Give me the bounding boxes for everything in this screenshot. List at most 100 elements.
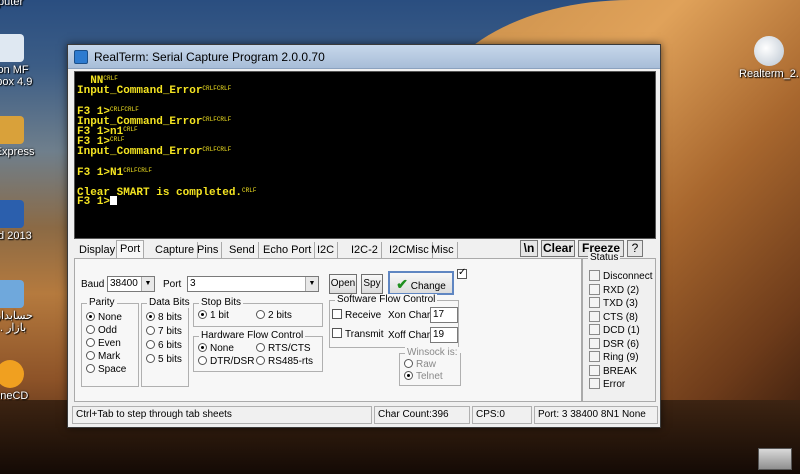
- terminal-line: F3 1>CRLFCRLF: [77, 105, 653, 118]
- tray-corner-icon[interactable]: [758, 448, 792, 470]
- parity-radio-mark[interactable]: Mark: [86, 351, 120, 362]
- baud-select[interactable]: 38400 ▼: [107, 276, 155, 292]
- databits-radio-5-bits[interactable]: 5 bits: [146, 354, 182, 365]
- terminal-line: Input_Command_ErrorCRLFCRLF: [77, 84, 653, 98]
- realterm-window: RealTerm: Serial Capture Program 2.0.0.7…: [67, 44, 661, 428]
- terminal-line-text: Input_Command_Error: [77, 146, 203, 159]
- newline-button[interactable]: \n: [520, 240, 538, 257]
- chevron-down-icon: ▼: [305, 277, 318, 291]
- stopbits-option-label: 2 bits: [268, 310, 292, 321]
- clear-button[interactable]: Clear: [541, 240, 575, 257]
- terminal-line: F3 1>N1CRLFCRLF: [77, 166, 653, 179]
- winsock-radio-telnet[interactable]: Telnet: [404, 371, 443, 382]
- stopbits-radio-1-bit[interactable]: 1 bit: [198, 310, 229, 321]
- status-indicator-disconnect: Disconnect: [589, 270, 652, 282]
- open-button[interactable]: Open: [329, 274, 357, 294]
- tab-misc[interactable]: Misc: [428, 242, 458, 258]
- tab-i2c-2[interactable]: I2C-2: [348, 242, 382, 258]
- desktop-icon-label: loneCD: [0, 390, 29, 402]
- tab-port[interactable]: Port: [116, 240, 145, 259]
- desktop-icon-label: non MF olbox 4.9: [0, 64, 33, 88]
- clonecd-icon: [0, 360, 24, 388]
- desktop-icon-clonecd[interactable]: loneCD: [0, 360, 50, 402]
- terminal-cursor: [110, 196, 118, 206]
- tab-pins[interactable]: Pins: [194, 242, 223, 258]
- stopbits-title: Stop Bits: [199, 297, 244, 308]
- hwflow-option-label: DTR/DSR: [210, 356, 255, 367]
- desktop-icon-label: ord 2013: [0, 230, 32, 242]
- winsock-group: Winsock is: Raw Telnet: [399, 347, 461, 386]
- terminal-line: Input_Command_ErrorCRLFCRLF: [77, 145, 653, 159]
- desktop-icon-word[interactable]: ord 2013: [0, 200, 50, 242]
- parity-radio-none[interactable]: None: [86, 312, 122, 323]
- tab-send[interactable]: Send: [226, 242, 259, 258]
- parity-option-label: Space: [98, 364, 127, 375]
- window-title: RealTerm: Serial Capture Program 2.0.0.7…: [94, 50, 325, 64]
- receive-label: Receive: [345, 310, 382, 321]
- tab-i2cmisc[interactable]: I2CMisc: [386, 242, 433, 258]
- tab-capture[interactable]: Capture: [152, 242, 199, 258]
- help-button[interactable]: ?: [627, 240, 643, 257]
- status-indicator-txd-3: TXD (3): [589, 297, 638, 309]
- port-select[interactable]: 3 ▼: [187, 276, 319, 292]
- transmit-checkbox[interactable]: Transmit: [332, 328, 384, 340]
- hwflow-radio-rts-cts[interactable]: RTS/CTS: [256, 343, 311, 354]
- terminal-line: Input_Command_ErrorCRLFCRLF: [77, 115, 653, 128]
- desktop-icon-computer[interactable]: mputer: [0, 0, 46, 8]
- receive-checkbox[interactable]: Receive: [332, 309, 381, 321]
- stopbits-option-label: 1 bit: [210, 310, 229, 321]
- tab-display[interactable]: Display: [76, 242, 120, 258]
- databits-radio-7-bits[interactable]: 7 bits: [146, 326, 182, 337]
- control-char-marker: CRLF: [123, 125, 138, 133]
- port-panel: Baud 38400 ▼ Port 3 ▼ Open Spy ✔ Change …: [74, 258, 582, 402]
- terminal-line-text: Input_Command_Error: [77, 85, 203, 98]
- parity-radio-space[interactable]: Space: [86, 364, 126, 375]
- control-char-marker: CRLF: [242, 187, 257, 195]
- hwflow-radio-dtr-dsr[interactable]: DTR/DSR: [198, 356, 254, 367]
- tab-echo-port[interactable]: Echo Port: [260, 242, 316, 258]
- terminal-line-text: F3 1>: [77, 196, 111, 209]
- title-bar[interactable]: RealTerm: Serial Capture Program 2.0.0.7…: [68, 45, 660, 69]
- xon-label: Xon Char:: [388, 310, 434, 321]
- desktop-icon-label: mputer: [0, 0, 24, 8]
- change-checkbox[interactable]: [457, 267, 470, 281]
- desktop-icon-realterm[interactable]: Realterm_2.: [737, 36, 800, 80]
- terminal-line-text: F3 1>N1: [77, 166, 124, 179]
- parity-radio-even[interactable]: Even: [86, 338, 121, 349]
- winsock-option-label: Telnet: [416, 371, 443, 382]
- parity-option-label: Mark: [98, 351, 121, 362]
- tab-i2c[interactable]: I2C: [314, 242, 339, 258]
- xon-input[interactable]: 17: [430, 307, 458, 323]
- spy-button[interactable]: Spy: [361, 274, 383, 294]
- baud-value: 38400: [110, 278, 138, 289]
- winsock-title: Winsock is:: [405, 347, 460, 358]
- desktop-icon-label: حسابداری ... بازار: [0, 310, 33, 334]
- parity-radio-odd[interactable]: Odd: [86, 325, 117, 336]
- terminal-line: Clear SMART is completed.CRLF: [77, 186, 653, 199]
- winsock-option-label: Raw: [416, 359, 437, 370]
- databits-option-label: 7 bits: [158, 326, 182, 337]
- control-char-marker: CRLF: [103, 75, 118, 82]
- parity-option-label: None: [98, 312, 122, 323]
- hwflow-option-label: None: [210, 343, 234, 354]
- status-indicator-break: BREAK: [589, 364, 637, 377]
- chevron-down-icon: ▼: [141, 277, 154, 291]
- desktop-icon-accounting[interactable]: حسابداری ... بازار: [0, 280, 50, 334]
- databits-radio-6-bits[interactable]: 6 bits: [146, 340, 182, 351]
- change-button[interactable]: ✔ Change: [388, 271, 454, 295]
- stopbits-radio-2-bits[interactable]: 2 bits: [256, 310, 292, 321]
- terminal-line: NNCRLF: [77, 74, 653, 87]
- desktop-icon-express[interactable]: o Express: [0, 116, 50, 158]
- cps-indicator: CPS:0: [472, 406, 532, 424]
- parity-group: Parity None Odd Even Mark Space: [81, 297, 139, 387]
- winsock-radio-raw[interactable]: Raw: [404, 359, 436, 370]
- desktop-icon-toolbox[interactable]: non MF olbox 4.9: [0, 34, 50, 88]
- terminal-output[interactable]: NNCRLF Input_Command_ErrorCRLFCRLF F3 1>CR…: [74, 71, 656, 239]
- status-indicator-ring-9: Ring (9): [589, 351, 639, 363]
- control-char-marker: CRLFCRLF: [202, 85, 232, 93]
- databits-radio-8-bits[interactable]: 8 bits: [146, 312, 182, 323]
- hwflow-radio-none[interactable]: None: [198, 343, 234, 354]
- status-title: Status: [588, 252, 621, 263]
- hwflow-radio-rs485-rts[interactable]: RS485-rts: [256, 356, 313, 367]
- xoff-input[interactable]: 19: [430, 327, 458, 343]
